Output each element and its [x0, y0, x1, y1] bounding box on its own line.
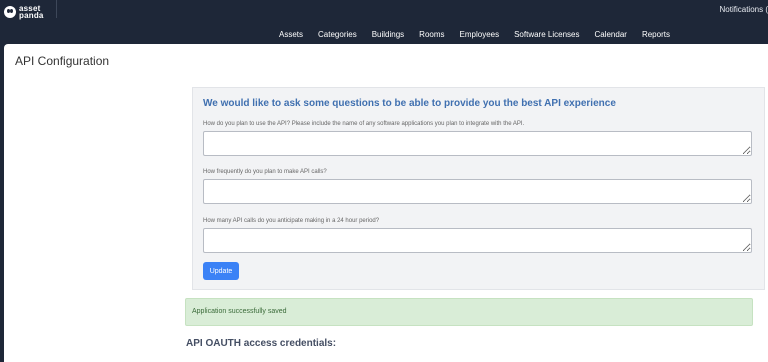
asset-panda-logo[interactable]: asset panda	[4, 3, 52, 21]
survey-heading: We would like to ask some questions to b…	[203, 98, 616, 109]
header-divider	[56, 0, 57, 18]
nav-assets[interactable]: Assets	[279, 30, 303, 40]
nav-calendar[interactable]: Calendar	[594, 30, 626, 40]
question-1-input[interactable]	[203, 131, 752, 156]
question-1-label: How do you plan to use the API? Please i…	[203, 121, 525, 127]
content-panel: API Configuration We would like to ask s…	[4, 44, 768, 362]
top-bar: asset panda Notifications ( Assets Categ…	[0, 0, 768, 44]
nav-software-licenses[interactable]: Software Licenses	[514, 30, 579, 40]
logo-text-line2: panda	[19, 11, 44, 20]
question-3-input[interactable]	[203, 228, 752, 253]
api-survey-card: We would like to ask some questions to b…	[192, 87, 765, 290]
nav-buildings[interactable]: Buildings	[372, 30, 404, 40]
panda-icon	[4, 6, 16, 18]
update-button[interactable]: Update	[203, 262, 239, 280]
main-nav: Assets Categories Buildings Rooms Employ…	[279, 30, 670, 40]
success-alert: Application successfully saved	[185, 298, 753, 326]
nav-rooms[interactable]: Rooms	[419, 30, 444, 40]
nav-categories[interactable]: Categories	[318, 30, 357, 40]
question-2-label: How frequently do you plan to make API c…	[203, 169, 327, 175]
notifications-link[interactable]: Notifications (	[720, 5, 768, 14]
logo-text: asset panda	[19, 5, 44, 20]
nav-reports[interactable]: Reports	[642, 30, 670, 40]
nav-employees[interactable]: Employees	[460, 30, 500, 40]
page-title: API Configuration	[15, 54, 110, 68]
oauth-credentials-heading: API OAUTH access credentials:	[186, 338, 337, 349]
question-2-input[interactable]	[203, 179, 752, 204]
question-3-label: How many API calls do you anticipate mak…	[203, 218, 380, 224]
